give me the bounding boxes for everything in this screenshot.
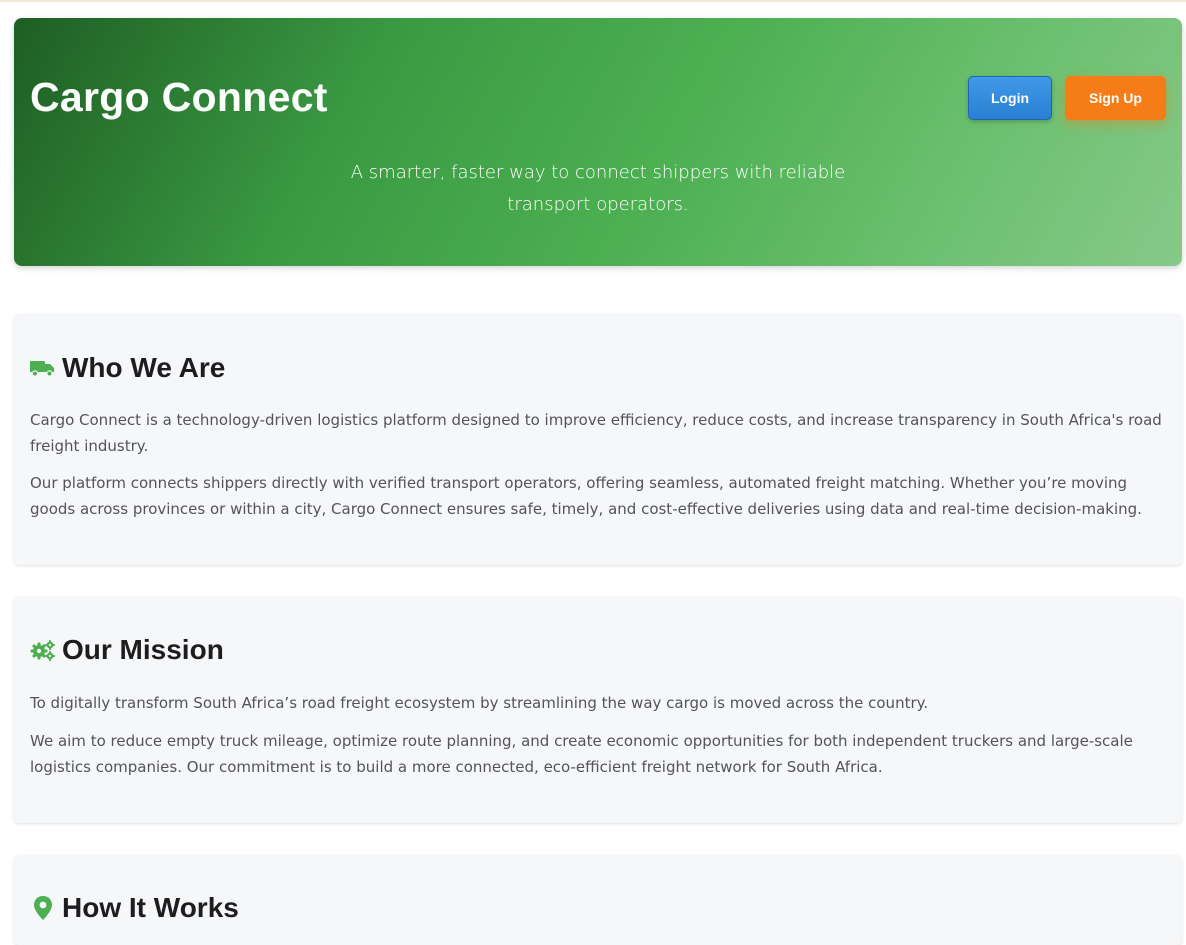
- hero-tagline: A smarter, faster way to connect shipper…: [350, 162, 846, 215]
- how-it-works-heading: How It Works: [62, 892, 239, 923]
- truck-icon: [30, 357, 56, 379]
- login-button[interactable]: Login: [968, 76, 1052, 120]
- mission-paragraph-2: We aim to reduce empty truck mileage, op…: [30, 732, 1133, 776]
- who-we-are-section: Who We Are Cargo Connect is a technology…: [14, 314, 1182, 565]
- signup-button[interactable]: Sign Up: [1065, 76, 1166, 120]
- who-we-are-heading: Who We Are: [62, 352, 226, 383]
- mission-paragraph-1: To digitally transform South Africa’s ro…: [30, 694, 929, 712]
- gears-icon: [30, 639, 56, 661]
- top-border: [0, 0, 1186, 2]
- how-it-works-section: How It Works: [14, 855, 1182, 945]
- site-title: Cargo Connect: [30, 74, 328, 120]
- section-heading: Who We Are: [30, 352, 225, 384]
- hero-banner: Cargo Connect A smarter, faster way to c…: [14, 18, 1182, 266]
- section-heading: Our Mission: [30, 634, 224, 666]
- map-pin-icon: [30, 896, 56, 920]
- about-paragraph-2: Our platform connects shippers directly …: [30, 474, 1142, 518]
- our-mission-heading: Our Mission: [62, 634, 224, 665]
- about-paragraph-1: Cargo Connect is a technology-driven log…: [30, 411, 1162, 455]
- section-heading: How It Works: [30, 892, 239, 924]
- our-mission-section: Our Mission To digitally transform South…: [14, 597, 1182, 823]
